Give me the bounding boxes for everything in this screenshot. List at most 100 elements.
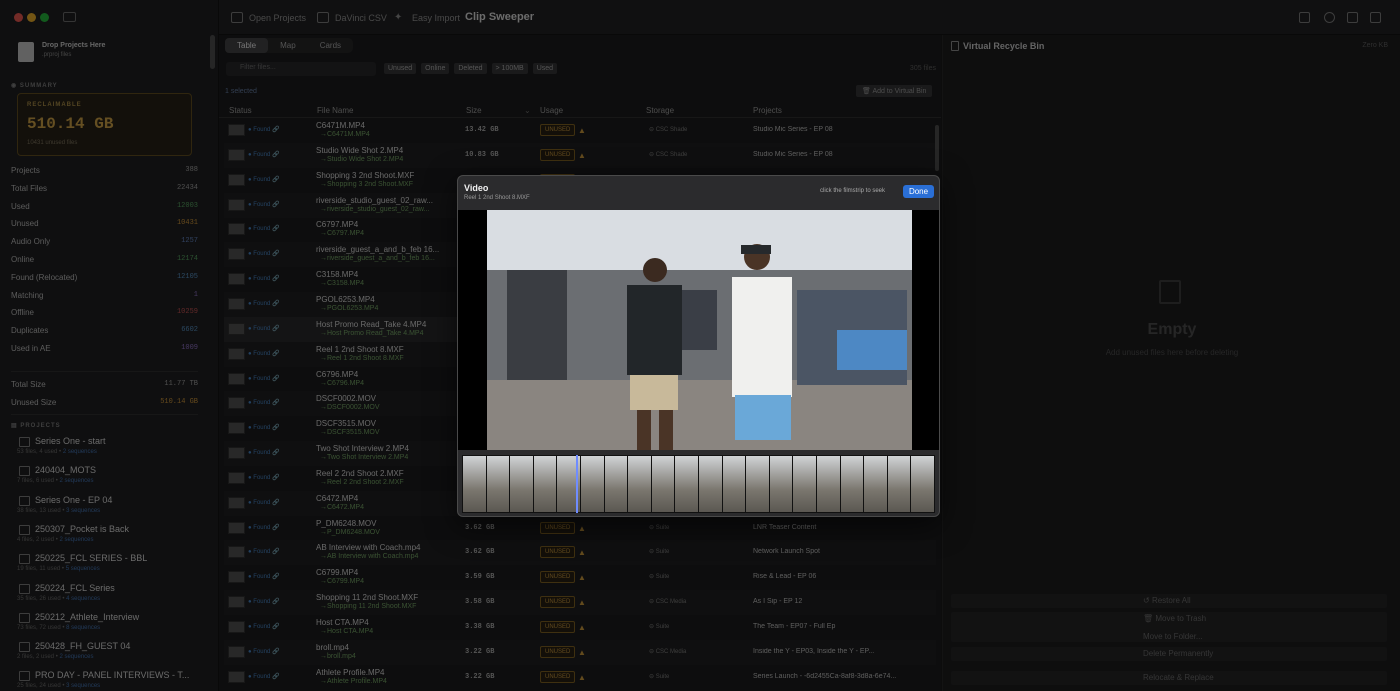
status-found: ● Found 🔗 <box>248 127 280 133</box>
tab-table[interactable]: Table <box>225 38 269 53</box>
film-frame[interactable] <box>746 456 769 512</box>
sidebar-scrollbar[interactable] <box>210 35 215 69</box>
film-frame[interactable] <box>533 456 557 512</box>
thumbnail <box>228 645 245 658</box>
film-frame[interactable] <box>463 456 486 512</box>
add-to-virtual-bin-button[interactable]: 🗑 Add to Virtual Bin <box>856 85 933 97</box>
davinci-csv-button[interactable]: DaVinci CSV <box>317 12 387 23</box>
table-row[interactable]: ● Found 🔗 P_DM6248.MOV →P_DM6248.MOV 3.62 G… <box>224 516 936 541</box>
col-usage[interactable]: Usage <box>540 106 563 115</box>
move-to-trash-button[interactable]: 🗑 Move to Trash <box>1139 612 1210 625</box>
file-path: →DSCF0002.MOV <box>320 404 380 412</box>
project-item[interactable]: Series One - EP 04 38 files, 13 used • 3 … <box>17 495 207 514</box>
project-item[interactable]: 250212_Athlete_Interview 73 files, 72 use… <box>17 612 207 631</box>
drop-zone[interactable]: Drop Projects Here .prproj files <box>18 42 105 62</box>
filter-input[interactable]: Filter files... <box>226 62 376 76</box>
open-projects-button[interactable]: Open Projects <box>231 12 306 23</box>
file-path: →C6472.MP4 <box>320 503 364 511</box>
stat-row: Offline 10259 <box>11 308 198 317</box>
tab-cards[interactable]: Cards <box>308 38 353 53</box>
total-size-label: Total Size <box>11 380 46 389</box>
sidebar-toggle-icon[interactable] <box>63 12 76 22</box>
table-scrollbar[interactable] <box>935 125 939 171</box>
chart-icon[interactable] <box>1370 12 1381 23</box>
delete-permanently-button[interactable]: Delete Permanently <box>1139 647 1217 660</box>
restore-all-button[interactable]: ↺ Restore All <box>1139 594 1195 607</box>
file-name: Studio Wide Shot 2.MP4 <box>316 145 404 155</box>
film-frame[interactable] <box>628 456 651 512</box>
file-count: 305 files <box>909 65 936 72</box>
filter-chips: Unused Online Deleted > 100MB Used <box>384 63 558 74</box>
film-frame[interactable] <box>580 456 604 512</box>
table-row[interactable]: ● Found 🔗 broll.mp4 →broll.mp4 3.22 GB UNUSE… <box>224 639 936 665</box>
file-path: →Shopping 3 2nd Shoot.MXF <box>320 180 414 188</box>
col-storage[interactable]: Storage <box>646 106 674 115</box>
table-row[interactable]: ● Found 🔗 Studio Wide Shot 2.MP4 →Studio W… <box>224 142 936 168</box>
film-frame[interactable] <box>486 456 510 512</box>
project-item[interactable]: 250225_FCL SERIES - BBL 19 files, 11 used… <box>17 553 207 572</box>
tab-map[interactable]: Map <box>268 38 308 53</box>
col-projects[interactable]: Projects <box>753 106 782 115</box>
film-frame[interactable] <box>722 456 746 512</box>
project-item[interactable]: Series One - start 53 files, 4 used • 2 s… <box>17 436 207 455</box>
film-frame[interactable] <box>510 456 533 512</box>
film-frame[interactable] <box>698 456 722 512</box>
project-item[interactable]: 250224_FCL Series 35 files, 26 used • 4 s… <box>17 583 207 602</box>
film-frame[interactable] <box>816 456 840 512</box>
chip-online[interactable]: Online <box>421 63 450 74</box>
file-path: →PGOL6253.MP4 <box>320 304 379 312</box>
project-item[interactable]: 250307_Pocket is Back 4 files, 2 used • 2… <box>17 524 207 543</box>
close-window-button[interactable] <box>14 13 23 22</box>
table-row[interactable]: ● Found 🔗 C6799.MP4 →C6799.MP4 3.59 GB UNUSE… <box>224 565 936 590</box>
file-path: →P_DM6248.MOV <box>320 528 380 536</box>
film-frame[interactable] <box>911 456 934 512</box>
project-item[interactable]: 240404_MOTS 7 files, 6 used • 2 sequences <box>17 465 207 484</box>
col-size[interactable]: Size <box>466 106 482 115</box>
film-frame[interactable] <box>840 456 864 512</box>
file-path: →Studio Wide Shot 2.MP4 <box>320 155 404 163</box>
chip-deleted[interactable]: Deleted <box>454 63 487 74</box>
refresh-icon[interactable] <box>1324 12 1335 23</box>
project-item[interactable]: PRO DAY - PANEL INTERVIEWS - T... 25 file… <box>17 670 207 689</box>
chip-unused[interactable]: Unused <box>384 63 417 74</box>
move-to-folder-button[interactable]: Move to Folder... <box>1139 630 1207 643</box>
table-row[interactable]: ● Found 🔗 AB Interview with Coach.mp4 →AB … <box>224 540 936 566</box>
film-frame[interactable] <box>675 456 698 512</box>
relocate-replace-button[interactable]: Relocate & Replace <box>1139 671 1218 684</box>
col-file-name[interactable]: File Name <box>317 106 353 115</box>
document-icon[interactable] <box>1347 12 1358 23</box>
table-row[interactable]: ● Found 🔗 C6471M.MP4 →C6471M.MP4 13.42 GB UN… <box>224 118 936 143</box>
table-row[interactable]: ● Found 🔗 Shopping 11 2nd Shoot.MXF →Shopp… <box>224 590 936 616</box>
video-player[interactable] <box>458 210 939 450</box>
film-frame[interactable] <box>604 456 628 512</box>
stat-label: Offline <box>11 308 34 318</box>
table-row[interactable]: ● Found 🔗 Athlete Profile.MP4 →Athlete Pro… <box>224 665 936 690</box>
stat-value: 12174 <box>176 255 198 263</box>
done-button[interactable]: Done <box>903 185 934 198</box>
minimize-window-button[interactable] <box>27 13 36 22</box>
film-frame[interactable] <box>864 456 887 512</box>
easy-import-button[interactable]: ✦ Easy Import <box>394 12 460 23</box>
export-icon[interactable] <box>1299 12 1310 23</box>
project-meta: 2 files, 2 used • 2 sequences <box>17 654 94 661</box>
film-frame[interactable] <box>887 456 911 512</box>
file-name: AB Interview with Coach.mp4 <box>316 543 421 553</box>
status-found: ● Found 🔗 <box>248 599 280 606</box>
file-name: Reel 1 2nd Shoot 8.MXF <box>316 344 404 354</box>
file-path: →Shopping 11 2nd Shoot.MXF <box>320 603 417 611</box>
table-row[interactable]: ● Found 🔗 Host CTA.MP4 →Host CTA.MP4 3.38 G… <box>224 615 936 640</box>
filmstrip[interactable] <box>462 455 935 513</box>
chip-over-100mb[interactable]: > 100MB <box>491 63 528 74</box>
film-frame[interactable] <box>651 456 675 512</box>
stat-label: Online <box>11 255 35 264</box>
zoom-window-button[interactable] <box>40 13 49 22</box>
film-frame[interactable] <box>769 456 793 512</box>
stat-row: Unused 10431 <box>11 219 198 228</box>
film-frame[interactable] <box>793 456 816 512</box>
warning-icon: ▲ <box>578 623 586 632</box>
file-size: 3.62 GB <box>465 548 495 557</box>
filmstrip-playhead[interactable] <box>576 455 578 513</box>
col-status[interactable]: Status <box>229 106 252 115</box>
project-item[interactable]: 250428_FH_GUEST 04 2 files, 2 used • 2 se… <box>17 641 207 660</box>
chip-used[interactable]: Used <box>532 63 558 74</box>
